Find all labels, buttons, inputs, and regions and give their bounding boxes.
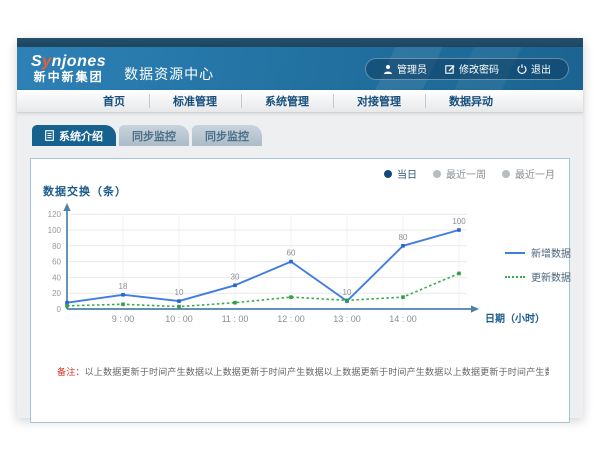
content-area: 系统介绍 同步监控 同步监控 当日 最近一周 最近一月 数据交换（条） 0 20 40 60 8… [17, 125, 583, 429]
svg-text:18: 18 [119, 282, 128, 291]
nav-item-3[interactable]: 对接管理 [333, 93, 425, 109]
svg-text:40: 40 [52, 273, 61, 282]
app-window: Synjones 新中新集团 数据资源中心 管理员修改密码退出 首页标准管理系统… [17, 38, 583, 418]
user-button-label: 退出 [531, 61, 551, 76]
nav-item-2[interactable]: 系统管理 [241, 93, 333, 109]
svg-text:30: 30 [231, 272, 240, 281]
line-chart: 0 20 40 60 80 100 120 9 : 00 10 : 00 11 : 00 12 : … [33, 201, 555, 341]
svg-text:80: 80 [52, 242, 61, 251]
chart-legend: 新增数据更新数据 [505, 245, 571, 284]
logout-icon [517, 64, 527, 74]
svg-text:13 : 00: 13 : 00 [333, 314, 361, 324]
y-axis-title: 数据交换（条） [43, 183, 127, 199]
legend-label: 新增数据 [531, 245, 571, 260]
legend-swatch [505, 276, 525, 278]
radio-option-1[interactable]: 最近一周 [433, 166, 486, 181]
radio-option-0[interactable]: 当日 [384, 166, 417, 181]
svg-text:0: 0 [57, 305, 62, 314]
footnote-label: 备注： [57, 367, 85, 377]
top-strip [17, 38, 583, 47]
svg-text:60: 60 [287, 249, 296, 258]
radio-dot [384, 170, 392, 178]
chart-panel: 当日 最近一周 最近一月 数据交换（条） 0 20 40 60 80 100 120 9 : 00… [30, 158, 570, 423]
edit-icon [445, 64, 455, 74]
nav-item-1[interactable]: 标准管理 [149, 93, 241, 109]
tab-0[interactable]: 系统介绍 [32, 125, 116, 146]
svg-text:10: 10 [343, 288, 352, 297]
document-icon [45, 130, 54, 141]
svg-text:日期（小时）: 日期（小时） [485, 312, 545, 325]
user-button-label: 修改密码 [459, 61, 499, 76]
nav-item-4[interactable]: 数据异动 [425, 93, 517, 109]
footnote-text: 以上数据更新于时间产生数据以上数据更新于时间产生数据以上数据更新于时间产生数据以… [85, 367, 549, 377]
svg-text:80: 80 [399, 233, 408, 242]
radio-label: 最近一月 [515, 166, 555, 181]
legend-item-1: 更新数据 [505, 269, 571, 284]
logo-subtext: 新中新集团 [31, 71, 106, 84]
svg-text:11 : 00: 11 : 00 [222, 314, 249, 324]
tab-label: 同步监控 [132, 128, 176, 144]
svg-text:100: 100 [48, 226, 62, 235]
page-title: 数据资源中心 [124, 64, 214, 84]
svg-text:120: 120 [48, 210, 62, 219]
radio-dot [502, 170, 510, 178]
svg-text:20: 20 [52, 289, 61, 298]
user-actions-pill: 管理员 修改密码 退出 [365, 58, 569, 80]
svg-text:100: 100 [452, 217, 466, 226]
logo-text: Synjones [31, 54, 106, 71]
user-button-0[interactable]: 管理员 [376, 61, 434, 76]
svg-text:10: 10 [175, 288, 184, 297]
radio-label: 最近一周 [446, 166, 486, 181]
radio-dot [433, 170, 441, 178]
legend-label: 更新数据 [531, 269, 571, 284]
nav-item-0[interactable]: 首页 [79, 93, 149, 109]
tab-1[interactable]: 同步监控 [119, 125, 189, 146]
svg-text:12 : 00: 12 : 00 [277, 314, 305, 324]
time-range-filter: 当日 最近一周 最近一月 [384, 166, 555, 181]
logo-accent: y [42, 53, 51, 70]
company-logo: Synjones 新中新集团 [31, 54, 106, 83]
user-button-2[interactable]: 退出 [510, 61, 558, 76]
svg-text:60: 60 [52, 258, 61, 267]
user-button-label: 管理员 [397, 61, 427, 76]
tab-label: 系统介绍 [59, 128, 103, 144]
tab-label: 同步监控 [205, 128, 249, 144]
main-nav: 首页标准管理系统管理对接管理数据异动 [17, 90, 583, 113]
user-icon [383, 64, 393, 74]
footnote: 备注：以上数据更新于时间产生数据以上数据更新于时间产生数据以上数据更新于时间产生… [57, 365, 549, 378]
svg-text:9 : 00: 9 : 00 [112, 314, 135, 324]
radio-label: 当日 [397, 166, 417, 181]
svg-text:10 : 00: 10 : 00 [165, 314, 193, 324]
svg-text:14 : 00: 14 : 00 [389, 314, 417, 324]
radio-option-2[interactable]: 最近一月 [502, 166, 555, 181]
user-button-1[interactable]: 修改密码 [438, 61, 506, 76]
tab-2[interactable]: 同步监控 [192, 125, 262, 146]
tab-bar: 系统介绍 同步监控 同步监控 [32, 125, 583, 146]
legend-item-0: 新增数据 [505, 245, 571, 260]
header-bar: Synjones 新中新集团 数据资源中心 管理员 修改密码 退出 [17, 47, 583, 90]
legend-swatch [505, 252, 525, 254]
